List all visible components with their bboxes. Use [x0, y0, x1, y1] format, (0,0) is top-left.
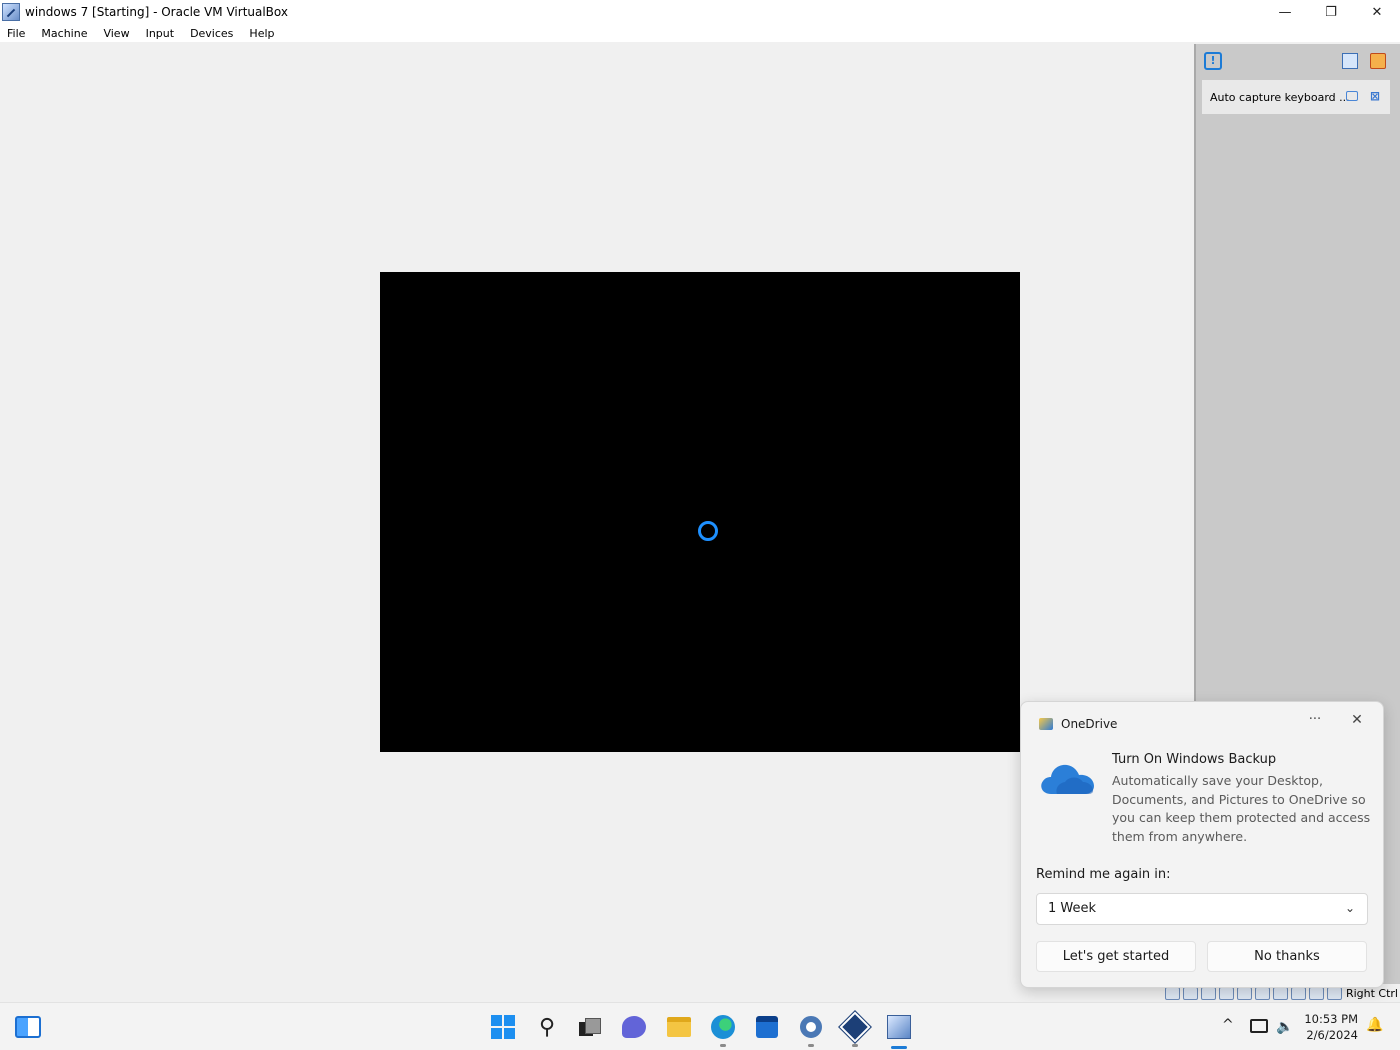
notification-center-toolbar: !	[1196, 44, 1400, 78]
remind-interval-value: 1 Week	[1048, 901, 1097, 916]
edge-browser-icon	[711, 1015, 735, 1039]
onedrive-cloud-icon	[1041, 764, 1094, 794]
notification-bell-icon[interactable]: 🔔	[1366, 1017, 1383, 1033]
mouse-integration-icon[interactable]	[1308, 986, 1324, 1000]
window-title: windows 7 [Starting] - Oracle VM Virtual…	[25, 5, 288, 19]
system-clock[interactable]: 10:53 PM 2/6/2024	[1300, 1011, 1358, 1043]
menu-machine[interactable]: Machine	[41, 27, 87, 40]
clock-date: 2/6/2024	[1306, 1028, 1358, 1042]
hard-disk-icon[interactable]	[1164, 986, 1180, 1000]
menu-bar: File Machine View Input Devices Help	[0, 24, 1400, 42]
folder-icon	[667, 1017, 691, 1037]
usb-icon[interactable]	[1236, 986, 1252, 1000]
edge-button[interactable]	[709, 1013, 737, 1047]
start-button[interactable]	[489, 1013, 517, 1041]
lets-get-started-button[interactable]: Let's get started	[1036, 941, 1196, 972]
keyboard-capture-icon[interactable]	[1326, 986, 1342, 1000]
toast-close-icon[interactable]: ✕	[1345, 712, 1369, 734]
network-icon[interactable]	[1218, 986, 1234, 1000]
chat-button[interactable]	[620, 1013, 648, 1041]
chevron-down-icon: ⌄	[1344, 901, 1355, 915]
no-thanks-button[interactable]: No thanks	[1207, 941, 1367, 972]
menu-devices[interactable]: Devices	[190, 27, 233, 40]
remind-label: Remind me again in:	[1036, 867, 1171, 882]
remind-interval-select[interactable]: 1 Week ⌄	[1036, 893, 1368, 925]
virtualbox-manager-button[interactable]	[838, 1010, 872, 1047]
virtualbox-app-icon	[2, 3, 20, 21]
optical-drive-icon[interactable]	[1182, 986, 1198, 1000]
teams-chat-icon	[622, 1016, 646, 1038]
notice-close-icon[interactable]: ⊠	[1369, 90, 1381, 102]
loading-spinner-icon	[698, 521, 718, 541]
restore-button[interactable]: ❐	[1308, 0, 1354, 24]
window-controls: — ❐ ✕	[1262, 0, 1400, 24]
menu-help[interactable]: Help	[249, 27, 274, 40]
recording-icon[interactable]	[1290, 986, 1306, 1000]
display-icon[interactable]	[1272, 986, 1288, 1000]
active-window-indicator	[891, 1046, 907, 1049]
notification-center-icon[interactable]: !	[1204, 52, 1222, 70]
store-button[interactable]	[753, 1013, 781, 1041]
toast-heading: Turn On Windows Backup	[1112, 752, 1277, 767]
menu-view[interactable]: View	[103, 27, 129, 40]
running-indicator	[808, 1044, 814, 1047]
search-button[interactable]: ⚲	[533, 1013, 561, 1041]
store-icon	[756, 1016, 778, 1038]
task-view-button[interactable]	[576, 1013, 604, 1041]
taskbar: ⚲ ^ 🔈 10:53 PM 2/6/2024 🔔	[0, 1002, 1400, 1050]
auto-capture-notice[interactable]: Auto capture keyboard ... ⊠	[1202, 80, 1390, 114]
running-indicator	[720, 1044, 726, 1047]
volume-icon[interactable]: 🔈	[1276, 1019, 1293, 1035]
virtualbox-vm-icon	[887, 1015, 911, 1039]
dismiss-all-icon[interactable]	[1370, 53, 1386, 69]
notice-dont-show-icon[interactable]	[1346, 91, 1358, 101]
audio-icon[interactable]	[1200, 986, 1216, 1000]
notice-text: Auto capture keyboard ...	[1210, 90, 1350, 104]
search-icon: ⚲	[538, 1014, 556, 1040]
widgets-icon[interactable]	[15, 1016, 41, 1038]
onedrive-app-icon	[1039, 718, 1053, 730]
close-button[interactable]: ✕	[1354, 0, 1400, 24]
show-hidden-icons-icon[interactable]: ^	[1222, 1017, 1234, 1033]
menu-input[interactable]: Input	[146, 27, 174, 40]
host-key-label: Right Ctrl	[1345, 986, 1398, 1000]
title-bar: windows 7 [Starting] - Oracle VM Virtual…	[0, 0, 1400, 24]
toast-app-name: OneDrive	[1061, 717, 1118, 731]
clock-time: 10:53 PM	[1304, 1012, 1358, 1026]
running-indicator	[852, 1044, 858, 1047]
network-status-icon[interactable]	[1250, 1019, 1268, 1033]
file-explorer-button[interactable]	[665, 1013, 693, 1041]
virtualbox-cube-icon	[838, 1010, 872, 1044]
settings-button[interactable]	[797, 1013, 825, 1047]
minimize-button[interactable]: —	[1262, 0, 1308, 24]
virtualbox-vm-button[interactable]	[885, 1013, 913, 1049]
gear-icon	[800, 1016, 822, 1038]
toast-more-icon[interactable]: ···	[1303, 712, 1327, 734]
shared-folders-icon[interactable]	[1254, 986, 1270, 1000]
vm-screen[interactable]	[380, 272, 1020, 752]
toggle-sorting-icon[interactable]	[1342, 53, 1358, 69]
menu-file[interactable]: File	[7, 27, 25, 40]
toast-body: Automatically save your Desktop, Documen…	[1112, 773, 1371, 844]
task-view-icon	[579, 1018, 601, 1036]
onedrive-toast: OneDrive ··· ✕ Turn On Windows Backup Au…	[1020, 701, 1384, 988]
windows-logo-icon	[491, 1015, 515, 1039]
